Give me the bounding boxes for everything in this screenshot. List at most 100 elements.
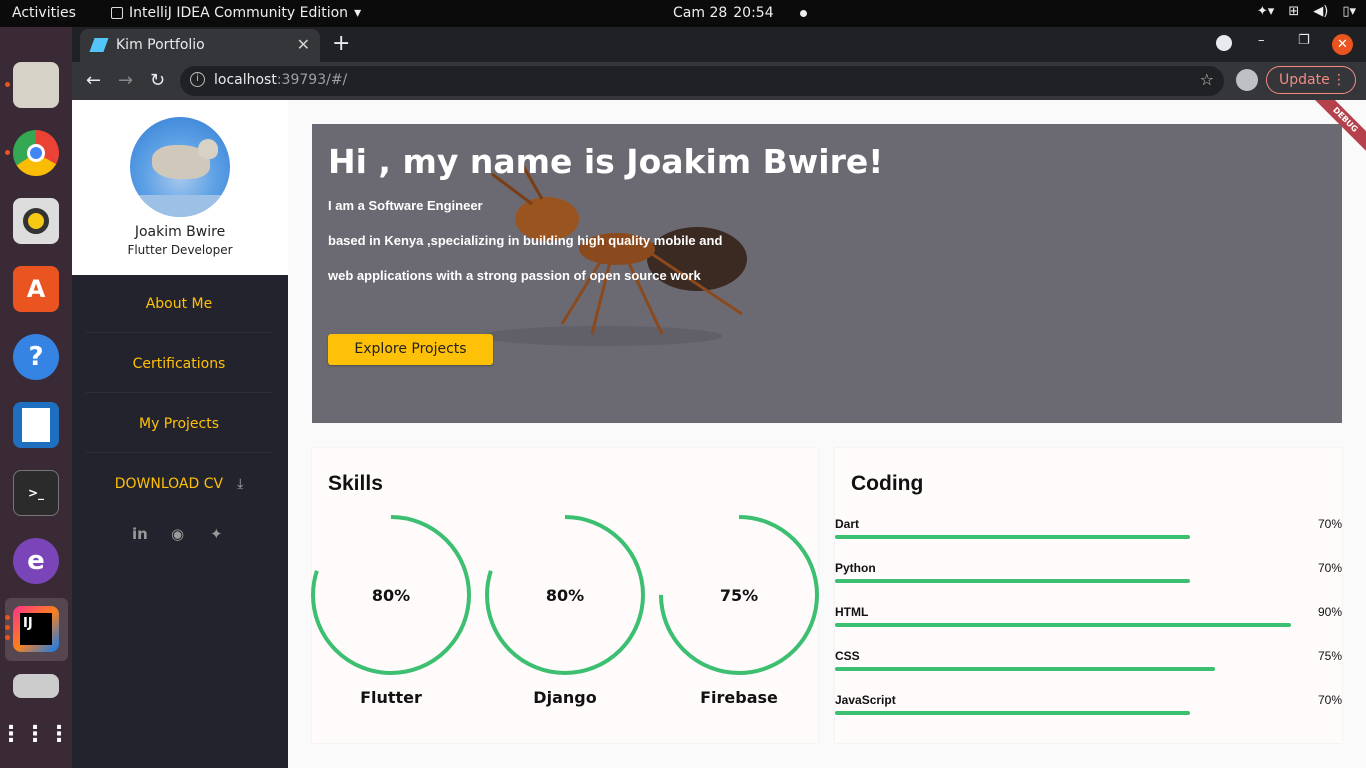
rhythmbox-icon[interactable] (13, 198, 59, 244)
clock-day: Cam 28 (673, 5, 728, 21)
intellij-icon (111, 7, 123, 19)
coding-name: JavaScript (835, 693, 896, 707)
chevron-down-icon: ▾ (354, 5, 362, 21)
terminal-icon[interactable]: >_ (13, 470, 59, 516)
files-icon[interactable] (13, 62, 59, 108)
coding-name: CSS (835, 649, 860, 663)
running-indicator (5, 625, 10, 630)
address-bar[interactable]: i localhost:39793/#/ ☆ (180, 66, 1224, 96)
coding-row-css: CSS 75% (835, 649, 1342, 693)
update-button[interactable]: Update ⋮ (1266, 66, 1356, 94)
skill-percent: 80% (545, 586, 585, 605)
coding-progress-bar (835, 667, 1215, 671)
update-label: Update (1279, 72, 1330, 88)
tab-title: Kim Portfolio (116, 37, 205, 53)
coding-row-html: HTML 90% (835, 605, 1342, 649)
linkedin-icon[interactable]: in (132, 525, 148, 543)
explore-projects-button[interactable]: Explore Projects (328, 334, 493, 365)
maximize-icon[interactable]: ❐ (1298, 33, 1310, 48)
download-cv-button[interactable]: DOWNLOAD CV ⤓ (86, 455, 272, 513)
nav-certifications[interactable]: Certifications (86, 335, 272, 393)
url-path: :39793/#/ (276, 72, 348, 88)
profile-role: Flutter Developer (127, 243, 233, 257)
skill-name: Firebase (700, 688, 778, 707)
battery-icon[interactable]: ▯▾ (1342, 4, 1356, 19)
software-center-icon[interactable]: A (13, 266, 59, 312)
browser-window: Kim Portfolio ✕ + – ❐ ✕ ← → ↻ i localhos… (72, 27, 1366, 768)
text-editor-icon[interactable] (13, 674, 59, 698)
chrome-icon[interactable] (13, 130, 59, 176)
flutter-icon (89, 38, 109, 52)
tab-kim-portfolio[interactable]: Kim Portfolio ✕ (80, 29, 320, 62)
emacs-icon[interactable]: e (13, 538, 59, 584)
menu-kebab-icon: ⋮ (1332, 72, 1346, 88)
browser-toolbar: ← → ↻ i localhost:39793/#/ ☆ Update ⋮ (72, 62, 1366, 100)
close-tab-icon[interactable]: ✕ (297, 35, 310, 54)
coding-progress-bar (835, 711, 1190, 715)
intellij-idea-icon[interactable]: IJ (13, 606, 59, 652)
reload-icon[interactable]: ↻ (150, 70, 165, 91)
profile-avatar-icon[interactable] (1236, 69, 1258, 91)
forward-icon[interactable]: → (118, 70, 133, 91)
github-icon[interactable]: ◉ (171, 525, 184, 543)
clock[interactable]: Cam 28 20:54 (673, 5, 807, 21)
help-icon[interactable]: ? (13, 334, 59, 380)
back-icon[interactable]: ← (86, 70, 101, 91)
hero-line-3: web applications with a strong passion o… (328, 268, 701, 283)
coding-card: Coding Dart 70% Python 70% HTML 90% CSS 75% Java… (835, 448, 1342, 743)
skills-card: Skills 80% Flutter 80% Django 75% Firebase (311, 448, 819, 743)
site-info-icon[interactable]: i (190, 72, 205, 87)
notification-dot-icon (799, 9, 807, 17)
skills-title: Skills (328, 472, 383, 495)
coding-title: Coding (851, 472, 924, 495)
running-indicator (5, 150, 10, 155)
volume-icon[interactable]: ◀) (1313, 4, 1328, 19)
app-menu-label: IntelliJ IDEA Community Edition (129, 5, 349, 21)
coding-name: Python (835, 561, 876, 575)
skill-name: Django (533, 688, 597, 707)
avatar (130, 117, 230, 217)
nav-my-projects[interactable]: My Projects (86, 395, 272, 453)
coding-percent: 70% (1317, 517, 1342, 531)
activities-button[interactable]: Activities (12, 5, 76, 21)
tab-search-icon[interactable] (1216, 35, 1232, 51)
hero-title: Hi , my name is Joakim Bwire! (328, 142, 884, 181)
download-cv-label: DOWNLOAD CV (114, 476, 224, 492)
system-tray[interactable]: ✦▾ ⊞ ◀) ▯▾ (1257, 4, 1356, 19)
avatar-ground (130, 195, 230, 217)
coding-progress-bar (835, 623, 1291, 627)
bookmark-star-icon[interactable]: ☆ (1200, 70, 1214, 89)
page-content: Joakim Bwire Flutter Developer About Me … (72, 100, 1366, 768)
nav-about-me[interactable]: About Me (86, 275, 272, 333)
coding-progress-bar (835, 579, 1190, 583)
download-icon: ⤓ (237, 476, 244, 492)
show-applications-icon[interactable]: ⋮⋮⋮ (0, 711, 70, 757)
coding-name: HTML (835, 605, 869, 619)
coding-name: Dart (835, 517, 860, 531)
libreoffice-writer-icon[interactable] (13, 402, 59, 448)
coding-percent: 90% (1317, 605, 1342, 619)
running-indicator (5, 82, 10, 87)
window-close-icon[interactable]: ✕ (1332, 34, 1353, 55)
new-tab-button[interactable]: + (332, 31, 350, 56)
system-top-bar: Activities IntelliJ IDEA Community Editi… (0, 0, 1366, 27)
clock-time: 20:54 (733, 5, 774, 21)
app-menu[interactable]: IntelliJ IDEA Community Edition ▾ (111, 5, 361, 21)
sidebar: Joakim Bwire Flutter Developer About Me … (72, 100, 288, 768)
url-text: localhost:39793/#/ (214, 72, 347, 88)
hero-line-1: I am a Software Engineer (328, 198, 483, 213)
profile-card: Joakim Bwire Flutter Developer (72, 100, 288, 275)
minimize-icon[interactable]: – (1258, 33, 1265, 48)
coding-percent: 70% (1317, 693, 1342, 707)
hero-line-2: based in Kenya ,specializing in building… (328, 233, 723, 248)
network-icon[interactable]: ⊞ (1288, 4, 1299, 19)
profile-name: Joakim Bwire (134, 224, 226, 240)
skill-percent: 80% (371, 586, 411, 605)
twitter-icon[interactable]: ✦ (210, 525, 223, 543)
skill-name: Flutter (360, 688, 422, 707)
accessibility-icon[interactable]: ✦▾ (1257, 4, 1274, 19)
coding-progress-bar (835, 535, 1190, 539)
running-indicator (5, 635, 10, 640)
coding-percent: 75% (1317, 649, 1342, 663)
tab-strip: Kim Portfolio ✕ + – ❐ ✕ (72, 27, 1366, 62)
